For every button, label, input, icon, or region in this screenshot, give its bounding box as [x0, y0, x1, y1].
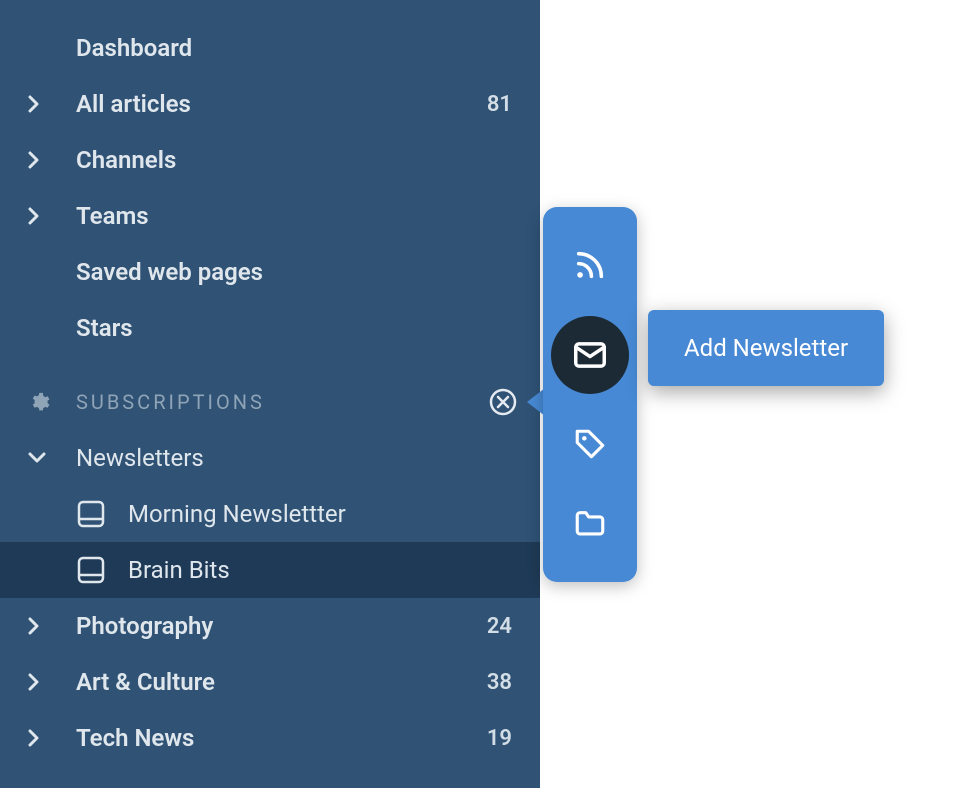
- newsletter-item-label: Morning Newslettter: [128, 500, 346, 528]
- sidebar-item-teams[interactable]: Teams: [0, 188, 540, 244]
- chevron-right-icon: [28, 617, 76, 635]
- sidebar-item-label: Newsletters: [76, 444, 512, 472]
- sidebar-item-count: 38: [487, 670, 512, 695]
- chevron-down-icon: [28, 452, 76, 464]
- sidebar-item-count: 81: [487, 92, 512, 117]
- sidebar-item-label: Channels: [76, 146, 512, 174]
- newsletter-item-label: Brain Bits: [128, 556, 230, 584]
- sidebar-item-count: 19: [487, 726, 512, 751]
- sidebar-item-dashboard[interactable]: Dashboard: [0, 20, 540, 76]
- sidebar-item-label: Dashboard: [76, 34, 512, 62]
- chevron-right-icon: [28, 207, 76, 225]
- chevron-right-icon: [28, 95, 76, 113]
- sidebar-item-saved-web-pages[interactable]: Saved web pages: [0, 244, 540, 300]
- inbox-icon: [76, 499, 128, 529]
- subscriptions-section-header: SUBSCRIPTIONS: [0, 374, 540, 430]
- sidebar-item-count: 24: [487, 614, 512, 639]
- sidebar: Dashboard All articles 81 Channels Teams…: [0, 0, 540, 788]
- sidebar-item-label: Art & Culture: [76, 668, 487, 696]
- add-newsletter-tooltip: Add Newsletter: [648, 310, 884, 386]
- sidebar-item-label: All articles: [76, 90, 487, 118]
- sidebar-item-label: Saved web pages: [76, 258, 512, 286]
- add-newsletter-button[interactable]: [551, 316, 629, 394]
- add-rss-button[interactable]: [561, 236, 619, 294]
- sidebar-item-newsletters[interactable]: Newsletters: [0, 430, 540, 486]
- gear-icon[interactable]: [28, 391, 76, 413]
- add-tag-button[interactable]: [561, 415, 619, 473]
- add-folder-button[interactable]: [561, 495, 619, 553]
- sidebar-item-all-articles[interactable]: All articles 81: [0, 76, 540, 132]
- sidebar-item-photography[interactable]: Photography 24: [0, 598, 540, 654]
- sidebar-item-tech-news[interactable]: Tech News 19: [0, 710, 540, 766]
- tooltip-text: Add Newsletter: [684, 334, 848, 362]
- sidebar-item-label: Stars: [76, 314, 512, 342]
- chevron-right-icon: [28, 673, 76, 691]
- sidebar-item-stars[interactable]: Stars: [0, 300, 540, 356]
- add-action-panel: [543, 207, 637, 582]
- chevron-right-icon: [28, 729, 76, 747]
- sidebar-item-label: Tech News: [76, 724, 487, 752]
- newsletter-item-brain-bits[interactable]: Brain Bits: [0, 542, 540, 598]
- sidebar-item-label: Photography: [76, 612, 487, 640]
- section-title: SUBSCRIPTIONS: [76, 390, 488, 414]
- inbox-icon: [76, 555, 128, 585]
- sidebar-item-channels[interactable]: Channels: [0, 132, 540, 188]
- sidebar-item-label: Teams: [76, 202, 512, 230]
- chevron-right-icon: [28, 151, 76, 169]
- close-circle-icon[interactable]: [488, 387, 518, 417]
- sidebar-item-art-culture[interactable]: Art & Culture 38: [0, 654, 540, 710]
- newsletter-item-morning[interactable]: Morning Newslettter: [0, 486, 540, 542]
